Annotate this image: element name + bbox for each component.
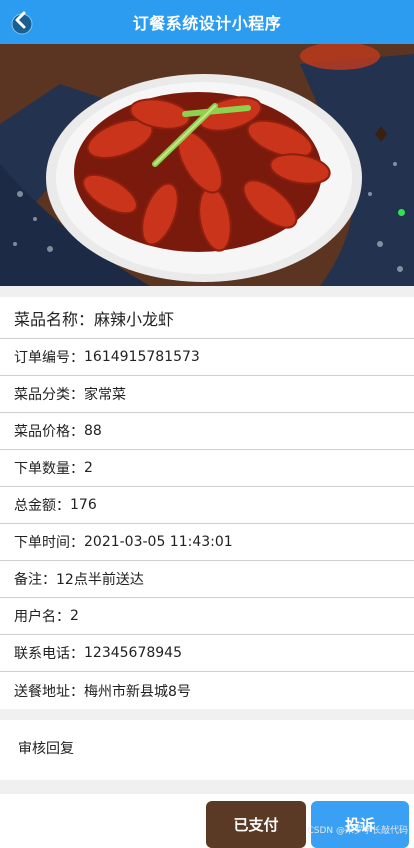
detail-value: 2 [70,608,79,624]
dish-image [0,44,414,286]
back-arrow-icon[interactable] [10,9,34,35]
action-bar: 已支付 投诉 CSDN @米罗学长敲代码 [0,794,414,848]
order-number-row: 订单编号： 1614915781573 [0,339,414,376]
detail-label: 送餐地址： [14,683,84,700]
detail-value: 梅州市新县城8号 [84,683,191,700]
review-reply-label: 审核回复 [18,741,74,757]
phone-row: 联系电话： 12345678945 [0,635,414,672]
paid-button[interactable]: 已支付 [206,801,306,848]
total-amount-row: 总金额： 176 [0,487,414,524]
detail-label: 总金额： [14,498,70,514]
app-header: 订餐系统设计小程序 [0,0,414,44]
detail-value: 176 [70,497,97,513]
detail-label: 联系电话： [14,646,84,662]
quantity-row: 下单数量： 2 [0,450,414,487]
price-row: 菜品价格： 88 [0,413,414,450]
detail-label: 备注： [14,572,56,588]
detail-label: 下单数量： [14,461,84,477]
username-row: 用户名： 2 [0,598,414,635]
detail-label: 菜品价格： [14,424,84,440]
detail-value: 2021-03-05 11:43:01 [84,534,233,550]
dish-name-label: 菜品名称： [14,309,95,329]
detail-label: 下单时间： [14,535,84,551]
category-row: 菜品分类： 家常菜 [0,376,414,413]
detail-label: 菜品分类： [14,387,84,403]
detail-value: 12点半前送达 [56,572,144,588]
indicator-dot [398,209,405,216]
detail-label: 订单编号： [14,350,84,366]
detail-value: 12345678945 [84,645,182,661]
remark-row: 备注： 12点半前送达 [0,561,414,598]
detail-value: 1614915781573 [84,349,200,365]
detail-label: 用户名： [14,609,70,625]
order-detail-list: 菜品名称： 麻辣小龙虾 订单编号： 1614915781573 菜品分类： 家常… [0,297,414,709]
detail-value: 家常菜 [84,387,126,403]
page-title: 订餐系统设计小程序 [132,14,282,33]
review-reply-section: 审核回复 [0,720,414,780]
watermark-text: CSDN @米罗学长敲代码 [307,826,408,836]
dish-name-row: 菜品名称： 麻辣小龙虾 [0,297,414,339]
dish-name-value: 麻辣小龙虾 [94,309,175,329]
detail-value: 2 [84,460,93,476]
address-row: 送餐地址： 梅州市新县城8号 [0,672,414,709]
order-time-row: 下单时间： 2021-03-05 11:43:01 [0,524,414,561]
detail-value: 88 [84,423,102,439]
